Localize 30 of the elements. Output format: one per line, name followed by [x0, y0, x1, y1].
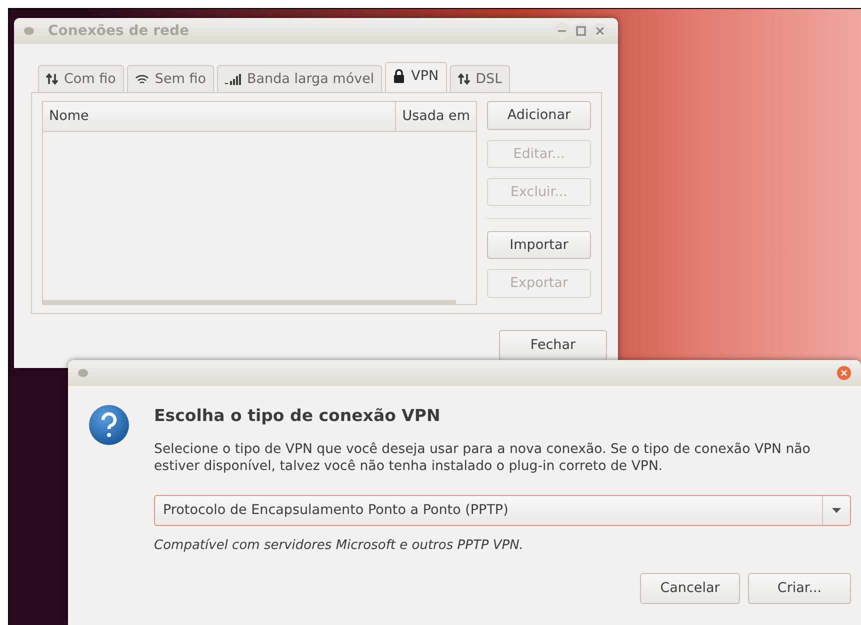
vpn-type-dropdown[interactable]: Protocolo de Encapsulamento Ponto a Ponto (PPTP)	[154, 494, 851, 526]
up-down-arrows-icon	[46, 73, 58, 86]
signal-bars-icon	[224, 74, 241, 85]
tab[interactable]: VPN	[385, 62, 447, 92]
maximize-icon[interactable]	[573, 23, 589, 39]
tab[interactable]: Banda larga móvel	[216, 65, 382, 92]
tab[interactable]: DSL	[450, 65, 510, 92]
dialog-description: Selecione o tipo de VPN que você deseja usar para a nova conexão. Se o tipo de conexão VPN não estiver disponível, talvez você não tenha instalado o plug-in correto de VPN.	[154, 440, 812, 475]
connection-list[interactable]: Nome Usada em	[42, 101, 477, 306]
tab[interactable]: Com fio	[38, 65, 124, 92]
cancel-button[interactable]: Cancelar	[640, 573, 740, 604]
lock-icon	[393, 69, 406, 84]
window-menu-icon[interactable]	[24, 27, 34, 35]
tab[interactable]: Sem fio	[126, 65, 214, 92]
vpn-type-hint: Compatível com servidores Microsoft e outros PPTP VPN.	[154, 536, 524, 555]
wifi-icon	[134, 74, 149, 85]
create-button[interactable]: Criar...	[748, 573, 851, 604]
caret-icon	[832, 508, 841, 513]
column-header[interactable]: Nome	[43, 102, 396, 130]
action-button[interactable]: Importar	[487, 231, 591, 260]
horizontal-scrollbar[interactable]	[43, 300, 456, 304]
window-menu-icon[interactable]	[78, 369, 88, 377]
question-icon	[88, 404, 130, 446]
action-button[interactable]: Adicionar	[487, 101, 591, 130]
dialog-heading: Escolha o tipo de conexão VPN	[154, 405, 442, 427]
up-down-arrows-icon	[458, 73, 470, 86]
window-title: Conexões de rede	[48, 22, 190, 40]
close-icon[interactable]	[837, 366, 851, 380]
column-header[interactable]: Usada em	[395, 102, 476, 130]
close-button[interactable]: Fechar	[499, 330, 607, 360]
